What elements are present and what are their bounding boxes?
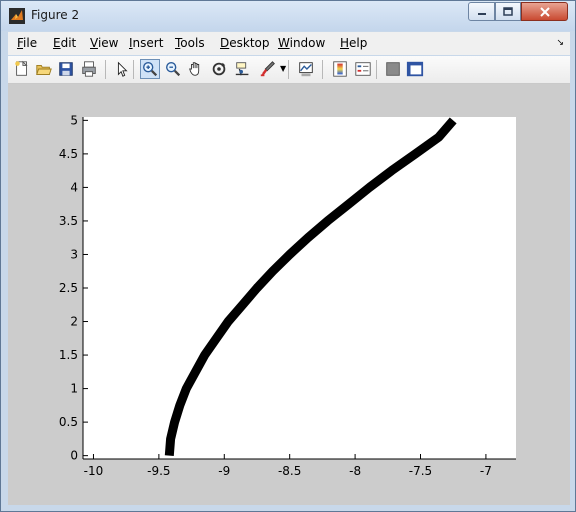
line-chart: -10 -9.5 -9 -8.5 -8 -7.5 -7 0 0.5 1 1.5 2 2.5 3 3.5 4 4.… — [59, 113, 516, 478]
x-tick-label: -9.5 — [147, 464, 170, 478]
zoom-out-icon — [166, 62, 181, 77]
plot-area — [83, 117, 516, 459]
pan-hand-icon — [189, 62, 200, 76]
data-cursor-button[interactable] — [233, 59, 253, 79]
edit-plot-arrow-icon — [117, 61, 128, 77]
brush-button[interactable] — [258, 59, 278, 79]
minimize-button[interactable] — [468, 2, 495, 21]
close-icon — [539, 6, 550, 17]
menu-file[interactable]: File — [17, 36, 37, 50]
maximize-icon — [503, 7, 513, 16]
toolbar-separator — [288, 60, 289, 79]
menu-view[interactable]: View — [90, 36, 118, 50]
legend-button[interactable] — [353, 59, 373, 79]
window-title: Figure 2 — [31, 8, 80, 22]
menu-desktop[interactable]: Desktop — [220, 36, 270, 50]
maximize-button[interactable] — [495, 2, 521, 21]
x-tick-label: -10 — [84, 464, 104, 478]
menu-tools[interactable]: Tools — [175, 36, 205, 50]
zoom-out-button[interactable] — [163, 59, 183, 79]
hide-plot-tools-button[interactable] — [383, 59, 403, 79]
x-tick-label: -8.5 — [278, 464, 301, 478]
figure-canvas: -10 -9.5 -9 -8.5 -8 -7.5 -7 0 0.5 1 1.5 2 2.5 3 3.5 4 4.… — [8, 84, 570, 505]
toolbar-separator — [105, 60, 106, 79]
y-tick-label: 1.5 — [59, 348, 78, 362]
link-plot-icon — [299, 62, 313, 77]
print-button[interactable] — [79, 59, 99, 79]
toolbar-separator — [133, 60, 134, 79]
y-tick-label: 0 — [70, 449, 78, 463]
save-button[interactable] — [56, 59, 76, 79]
edit-plot-arrow-button[interactable] — [112, 59, 132, 79]
title-bar[interactable]: Figure 2 — [1, 1, 575, 31]
show-plot-tools-button[interactable] — [405, 59, 425, 79]
brush-icon — [260, 61, 275, 77]
data-cursor-icon — [235, 62, 249, 76]
new-figure-button[interactable] — [12, 59, 32, 79]
x-tick-label: -9 — [218, 464, 230, 478]
colorbar-button[interactable] — [330, 59, 350, 79]
y-tick-label: 1 — [70, 382, 78, 396]
y-tick-label: 2.5 — [59, 281, 78, 295]
new-figure-icon — [15, 60, 28, 76]
x-tick-label: -8 — [349, 464, 361, 478]
matlab-logo-icon — [9, 8, 25, 24]
zoom-in-button[interactable] — [140, 59, 160, 79]
toolbar-separator — [322, 60, 323, 79]
legend-icon — [355, 62, 371, 76]
hide-plot-tools-icon — [386, 62, 400, 76]
y-tick-label: 2 — [70, 315, 78, 329]
colorbar-icon — [333, 61, 347, 77]
y-tick-label: 4 — [70, 180, 78, 194]
y-tick-label: 3 — [70, 247, 78, 261]
link-plot-button[interactable] — [296, 59, 316, 79]
pan-hand-button[interactable] — [186, 59, 206, 79]
x-tick-label: -7.5 — [409, 464, 432, 478]
show-plot-tools-icon — [406, 61, 424, 77]
menu-bar: ↘ File Edit View Insert Tools Desktop Window He… — [8, 32, 570, 55]
figure-window: Figure 2 ↘ File Edit View Insert Tools Deskto… — [0, 0, 576, 512]
zoom-in-icon — [143, 62, 158, 77]
rotate-3d-button[interactable] — [209, 59, 229, 79]
brush-dropdown-arrow-icon[interactable]: ▼ — [280, 64, 286, 73]
print-icon — [82, 61, 96, 77]
menu-edit[interactable]: Edit — [53, 36, 76, 50]
close-button[interactable] — [521, 2, 568, 21]
menu-help[interactable]: Help — [340, 36, 367, 50]
rotate-3d-icon — [212, 62, 226, 76]
y-tick-label: 3.5 — [59, 214, 78, 228]
menu-window[interactable]: Window — [278, 36, 325, 50]
figure-toolbar: ▼ — [8, 56, 570, 84]
y-tick-label: 5 — [70, 113, 78, 127]
open-file-icon — [36, 64, 52, 75]
menu-insert[interactable]: Insert — [129, 36, 163, 50]
x-tick-label: -7 — [480, 464, 492, 478]
dock-arrow-icon[interactable]: ↘ — [556, 38, 564, 48]
open-file-button[interactable] — [34, 59, 54, 79]
y-tick-label: 0.5 — [59, 415, 78, 429]
y-tick-label: 4.5 — [59, 147, 78, 161]
save-icon — [59, 62, 73, 76]
toolbar-separator — [376, 60, 377, 79]
minimize-icon — [477, 12, 486, 15]
